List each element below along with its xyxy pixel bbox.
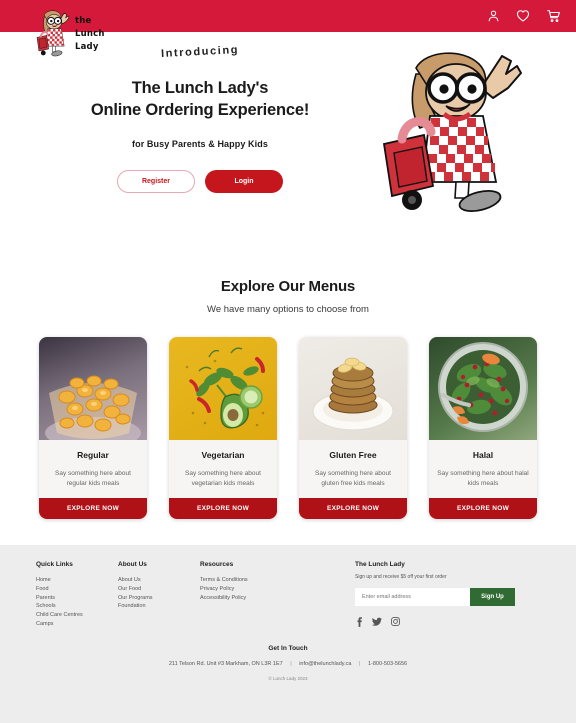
footer-link[interactable]: Parents bbox=[36, 594, 118, 602]
account-icon[interactable] bbox=[487, 9, 500, 23]
hero-eyebrow: Introducing bbox=[160, 43, 240, 61]
twitter-icon[interactable] bbox=[372, 617, 382, 627]
site-logo-text: the Lunch Lady bbox=[75, 6, 105, 54]
newsletter-signup-button[interactable]: Sign Up bbox=[470, 588, 515, 606]
facebook-icon[interactable] bbox=[355, 617, 363, 627]
footer-link-list-resources: Terms & Conditions Privacy Policy Access… bbox=[200, 576, 320, 602]
footer-link-list-about-us: About Us Our Food Our Programs Foundatio… bbox=[118, 576, 200, 611]
green-salad-image bbox=[429, 337, 537, 440]
contact-email[interactable]: info@thelunchlady.ca bbox=[299, 661, 351, 667]
menu-card-regular[interactable]: Regular Say something here about regular… bbox=[39, 337, 147, 519]
contact-phone[interactable]: 1-800-503-5656 bbox=[368, 661, 407, 667]
footer-link[interactable]: Food bbox=[36, 585, 118, 593]
menu-card-title: Regular bbox=[77, 450, 109, 460]
explore-now-button-gluten-free[interactable]: EXPLORE NOW bbox=[299, 498, 407, 519]
footer-link-list-quick-links: Home Food Parents Schools Child Care Cen… bbox=[36, 576, 118, 628]
footer-link[interactable]: Child Care Centres bbox=[36, 611, 118, 619]
explore-now-button-vegetarian[interactable]: EXPLORE NOW bbox=[169, 498, 277, 519]
footer-link[interactable]: Our Programs bbox=[118, 594, 200, 602]
footer-link[interactable]: Privacy Policy bbox=[200, 585, 320, 593]
copyright-text: © Lunch Lady 2023 bbox=[268, 675, 308, 681]
footer-heading-about-us: About Us bbox=[118, 561, 147, 568]
newsletter-heading: The Lunch Lady bbox=[355, 561, 405, 568]
footer-column-quick-links: Quick Links Home Food Parents Schools Ch… bbox=[36, 561, 118, 629]
footer-heading-quick-links: Quick Links bbox=[36, 561, 73, 568]
wishlist-heart-icon[interactable] bbox=[516, 9, 530, 23]
hero-button-group: Register Login bbox=[60, 170, 340, 193]
newsletter-signup: The Lunch Lady Sign up and receive $5 of… bbox=[355, 561, 525, 629]
hero-illustration-lunch-lady-icon bbox=[382, 52, 522, 213]
contact-address: 211 Telson Rd. Unit #3 Markham, ON L3R 1… bbox=[168, 660, 283, 667]
menu-card-vegetarian[interactable]: Vegetarian Say something here about vege… bbox=[169, 337, 277, 519]
logo-line-1: the bbox=[75, 16, 92, 26]
footer-link[interactable]: Camps bbox=[36, 620, 118, 628]
menus-subtitle: We have many options to choose from bbox=[207, 304, 369, 315]
get-in-touch-section: Get In Touch 211 Telson Rd. Unit #3 Mark… bbox=[36, 645, 540, 681]
site-footer: Quick Links Home Food Parents Schools Ch… bbox=[0, 545, 576, 723]
hero-title-line-1: The Lunch Lady's bbox=[131, 79, 269, 97]
hero-title-line-2: Online Ordering Experience! bbox=[90, 101, 310, 119]
newsletter-subtext: Sign up and receive $5 off your first or… bbox=[355, 574, 447, 580]
contact-details: 211 Telson Rd. Unit #3 Markham, ON L3R 1… bbox=[36, 661, 540, 667]
footer-link[interactable]: Home bbox=[36, 576, 118, 584]
logo-line-2: Lunch bbox=[75, 29, 105, 39]
menu-card-body: Halal Say something here about halal kid… bbox=[429, 440, 537, 498]
lunch-lady-mascot-logo-icon bbox=[36, 10, 70, 57]
macaroni-and-cheese-image bbox=[39, 337, 147, 440]
footer-link[interactable]: Our Food bbox=[118, 585, 200, 593]
contact-heading: Get In Touch bbox=[268, 644, 308, 652]
menu-card-description: Say something here about vegetarian kids… bbox=[185, 470, 261, 487]
shopping-cart-icon[interactable] bbox=[546, 9, 561, 23]
site-logo[interactable]: the Lunch Lady bbox=[36, 6, 105, 60]
menu-card-body: Gluten Free Say something here about glu… bbox=[299, 440, 407, 498]
site-header: the Lunch Lady bbox=[0, 0, 576, 57]
menu-card-title: Gluten Free bbox=[329, 450, 377, 460]
menu-card-title: Vegetarian bbox=[201, 450, 245, 460]
footer-column-about-us: About Us About Us Our Food Our Programs … bbox=[118, 561, 200, 629]
newsletter-form: Sign Up bbox=[355, 588, 515, 606]
logo-line-3: Lady bbox=[75, 42, 99, 52]
footer-link[interactable]: Terms & Conditions bbox=[200, 576, 320, 584]
pancake-stack-image bbox=[299, 337, 407, 440]
menu-card-list: Regular Say something here about regular… bbox=[0, 337, 576, 519]
contact-separator: | bbox=[290, 660, 292, 667]
menu-card-description: Say something here about halal kids meal… bbox=[437, 470, 529, 487]
explore-now-button-regular[interactable]: EXPLORE NOW bbox=[39, 498, 147, 519]
explore-menus-section: Explore Our Menus We have many options t… bbox=[0, 260, 576, 519]
footer-link[interactable]: Accessibility Policy bbox=[200, 594, 320, 602]
footer-column-resources: Resources Terms & Conditions Privacy Pol… bbox=[200, 561, 320, 629]
login-button[interactable]: Login bbox=[205, 170, 283, 193]
vegetables-avocado-image bbox=[169, 337, 277, 440]
menu-card-title: Halal bbox=[472, 450, 494, 460]
register-button[interactable]: Register bbox=[117, 170, 195, 193]
instagram-icon[interactable] bbox=[391, 617, 400, 627]
menu-card-description: Say something here about regular kids me… bbox=[55, 470, 131, 487]
footer-heading-resources: Resources bbox=[200, 561, 234, 568]
hero-subtitle: for Busy Parents & Happy Kids bbox=[132, 139, 268, 149]
footer-link[interactable]: Foundation bbox=[118, 602, 200, 610]
menu-card-halal[interactable]: Halal Say something here about halal kid… bbox=[429, 337, 537, 519]
footer-link[interactable]: Schools bbox=[36, 602, 118, 610]
menu-card-body: Vegetarian Say something here about vege… bbox=[169, 440, 277, 498]
menu-card-body: Regular Say something here about regular… bbox=[39, 440, 147, 498]
hero-title: The Lunch Lady's Online Ordering Experie… bbox=[60, 77, 340, 121]
contact-separator: | bbox=[359, 660, 361, 667]
footer-columns: Quick Links Home Food Parents Schools Ch… bbox=[36, 561, 540, 629]
menu-card-description: Say something here about gluten free kid… bbox=[315, 470, 391, 487]
explore-now-button-halal[interactable]: EXPLORE NOW bbox=[429, 498, 537, 519]
footer-link[interactable]: About Us bbox=[118, 576, 200, 584]
menus-title: Explore Our Menus bbox=[220, 278, 356, 295]
newsletter-email-input[interactable] bbox=[355, 588, 470, 606]
social-icon-group bbox=[355, 617, 525, 627]
hero-section: Introducing The Lunch Lady's Online Orde… bbox=[0, 32, 576, 260]
menu-card-gluten-free[interactable]: Gluten Free Say something here about glu… bbox=[299, 337, 407, 519]
header-icon-group bbox=[487, 9, 561, 23]
